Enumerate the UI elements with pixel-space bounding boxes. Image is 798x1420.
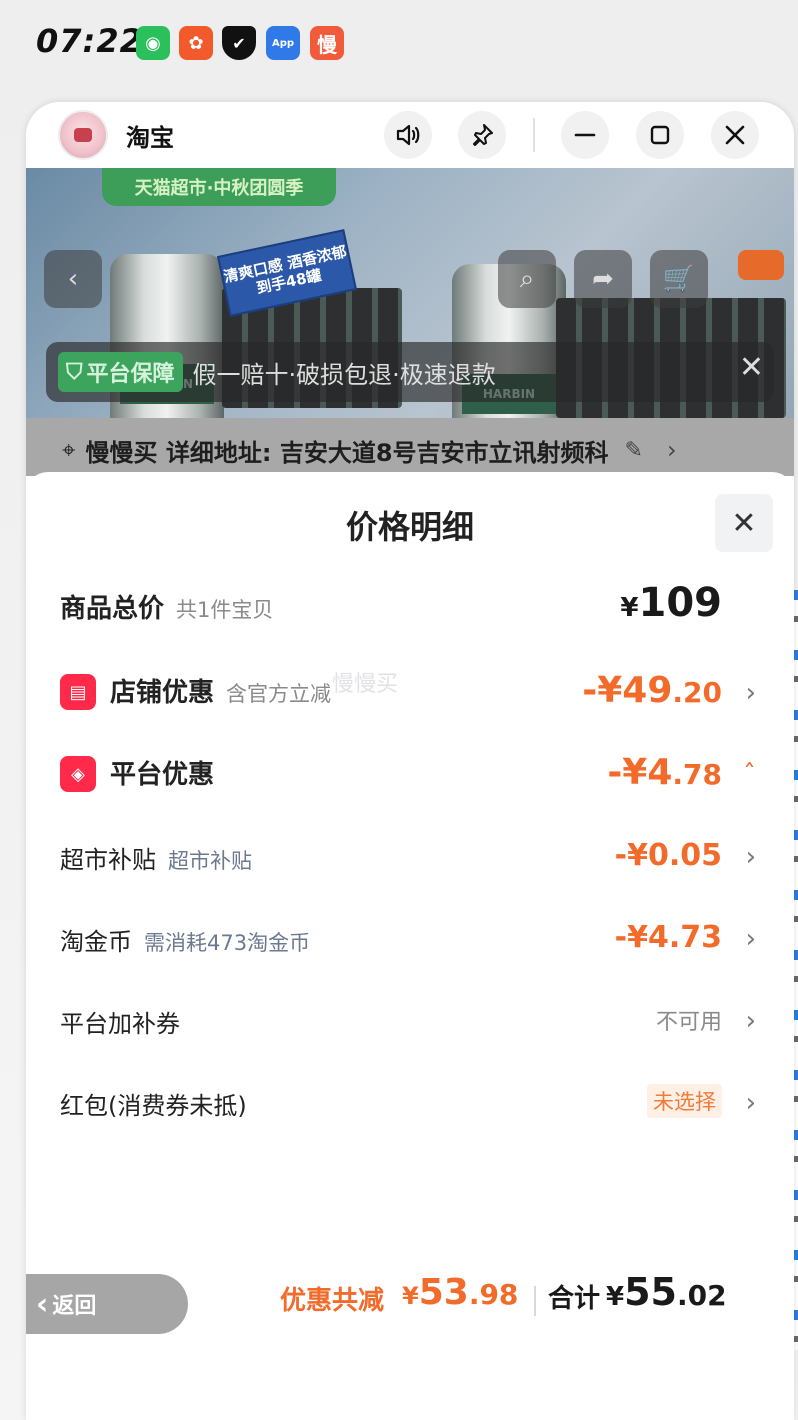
row-total-goods: 商品总价 共1件宝贝 ¥109 — [26, 580, 794, 640]
sheet-close-button[interactable]: ✕ — [715, 494, 773, 552]
status-bar: 07:22 ◉ ✿ ✔ App 慢 — [0, 0, 798, 90]
row-label: 超市补贴 — [60, 846, 156, 874]
discount-label: 优惠共减 — [280, 1286, 385, 1316]
chevron-right-icon: › — [745, 842, 756, 872]
sound-button[interactable] — [384, 111, 432, 159]
summary-divider — [534, 1286, 536, 1316]
share-icon: ➦ — [592, 264, 614, 294]
row-label: 平台优惠 — [110, 760, 215, 790]
row-platform-coupon[interactable]: 平台加补券 不可用 › — [26, 992, 794, 1052]
close-icon — [725, 125, 745, 145]
row-sub: 超市补贴 — [168, 849, 252, 873]
shield-check-icon: ⛉ — [66, 359, 83, 385]
row-store-discount[interactable]: ▤ 店铺优惠 含官方立减 -¥49.20 › — [26, 664, 794, 724]
back-label: 返回 — [52, 1294, 97, 1319]
shield-icon: ✔ — [222, 26, 256, 60]
taojinbi-amount: -¥4.73 — [614, 920, 722, 955]
red-packet-status: 未选择 — [647, 1084, 722, 1118]
chevron-up-icon: ˆ — [743, 760, 756, 790]
appmarket-icon: App — [266, 26, 300, 60]
chevron-right-icon: › — [745, 1006, 756, 1036]
chevron-right-icon: › — [745, 1088, 756, 1118]
discount-total: ¥53.98 — [402, 1272, 519, 1313]
pin-icon — [473, 124, 493, 146]
goods-total-amount: ¥109 — [620, 580, 722, 626]
coupon-status: 不可用 — [655, 1010, 722, 1035]
wechat-icon: ◉ — [136, 26, 170, 60]
share-button[interactable]: ➦ — [574, 250, 632, 308]
row-platform-discount[interactable]: ◈ 平台优惠 -¥4.78 ˆ — [26, 746, 794, 806]
status-time: 07:22 — [36, 22, 143, 60]
taobao-floating-window: 淘宝 天猫超市·中秋团圆季 HARBIN 清爽口感 酒香浓郁 到手48罐 HAR… — [26, 102, 794, 1420]
row-sub: 需消耗473淘金币 — [144, 931, 311, 955]
minimize-button[interactable] — [561, 111, 609, 159]
row-label: 店铺优惠 — [110, 678, 215, 708]
row-label: 红包(消费券未抵) — [60, 1092, 247, 1120]
tag-icon: ◈ — [60, 756, 96, 792]
promo-banner: 天猫超市·中秋团圆季 — [102, 168, 336, 206]
search-icon: ⌕ — [519, 263, 535, 294]
chevron-right-icon: › — [745, 924, 756, 954]
row-sub: 共1件宝贝 — [176, 598, 274, 622]
app-avatar — [58, 110, 108, 160]
guarantee-badge: ⛉ 平台保障 — [58, 352, 183, 392]
close-window-button[interactable] — [711, 111, 759, 159]
platform-guarantee-bar[interactable]: ⛉ 平台保障 假一赔十·破损包退·极速退款 ✕ — [46, 342, 774, 402]
header-divider — [533, 118, 535, 152]
chevron-right-icon: › — [745, 678, 756, 708]
back-arrow-button[interactable]: ‹ — [44, 250, 102, 308]
edit-icon[interactable]: ✎ — [625, 438, 643, 463]
row-red-packet[interactable]: 红包(消费券未抵) 未选择 › — [26, 1074, 794, 1134]
store-icon: ▤ — [60, 674, 96, 710]
maximize-button[interactable] — [636, 111, 684, 159]
speaker-icon — [396, 124, 420, 146]
guarantee-close-icon[interactable]: ✕ — [739, 350, 764, 385]
subsidy-amount: -¥0.05 — [614, 838, 722, 873]
store-discount-amount: -¥49.20 — [582, 670, 722, 711]
row-supermarket-subsidy[interactable]: 超市补贴 超市补贴 -¥0.05 › — [26, 828, 794, 888]
close-icon: ✕ — [731, 505, 757, 541]
platform-discount-amount: -¥4.78 — [607, 752, 722, 793]
manmanmai-icon: 慢 — [310, 26, 344, 60]
chevron-left-icon: ‹ — [36, 1286, 49, 1322]
kuaishou-icon: ✿ — [179, 26, 213, 60]
grand-total: ¥55.02 — [606, 1270, 727, 1314]
cart-icon: 🛒 — [662, 264, 696, 294]
chevron-right-icon: › — [666, 436, 677, 464]
search-button[interactable]: ⌕ — [498, 250, 556, 308]
location-pin-icon: ⌖ — [62, 436, 76, 464]
window-title: 淘宝 — [126, 124, 174, 152]
row-sub: 含官方立减 — [226, 682, 332, 706]
row-label: 淘金币 — [60, 928, 132, 956]
row-label: 平台加补券 — [60, 1010, 180, 1038]
address-text: 慢慢买 详细地址: 吉安大道8号吉安市立讯射频科 — [85, 438, 609, 467]
row-taojinbi[interactable]: 淘金币 需消耗473淘金币 -¥4.73 › — [26, 910, 794, 970]
minimize-icon — [574, 133, 596, 137]
pin-button[interactable] — [458, 111, 506, 159]
total-label: 合计 — [548, 1284, 601, 1314]
sheet-title: 价格明细 — [345, 508, 474, 546]
guarantee-text: 假一赔十·破损包退·极速退款 — [192, 360, 496, 389]
chevron-left-icon: ‹ — [67, 264, 79, 294]
address-row[interactable]: ⌖ 慢慢买 详细地址: 吉安大道8号吉安市立讯射频科 ✎ › — [26, 420, 794, 480]
window-header: 淘宝 — [26, 102, 794, 168]
more-badge[interactable] — [738, 250, 784, 280]
maximize-icon — [650, 125, 670, 145]
cart-button[interactable]: 🛒 — [650, 250, 708, 308]
row-label: 商品总价 — [60, 594, 165, 624]
back-button[interactable]: ‹ 返回 — [26, 1274, 188, 1334]
